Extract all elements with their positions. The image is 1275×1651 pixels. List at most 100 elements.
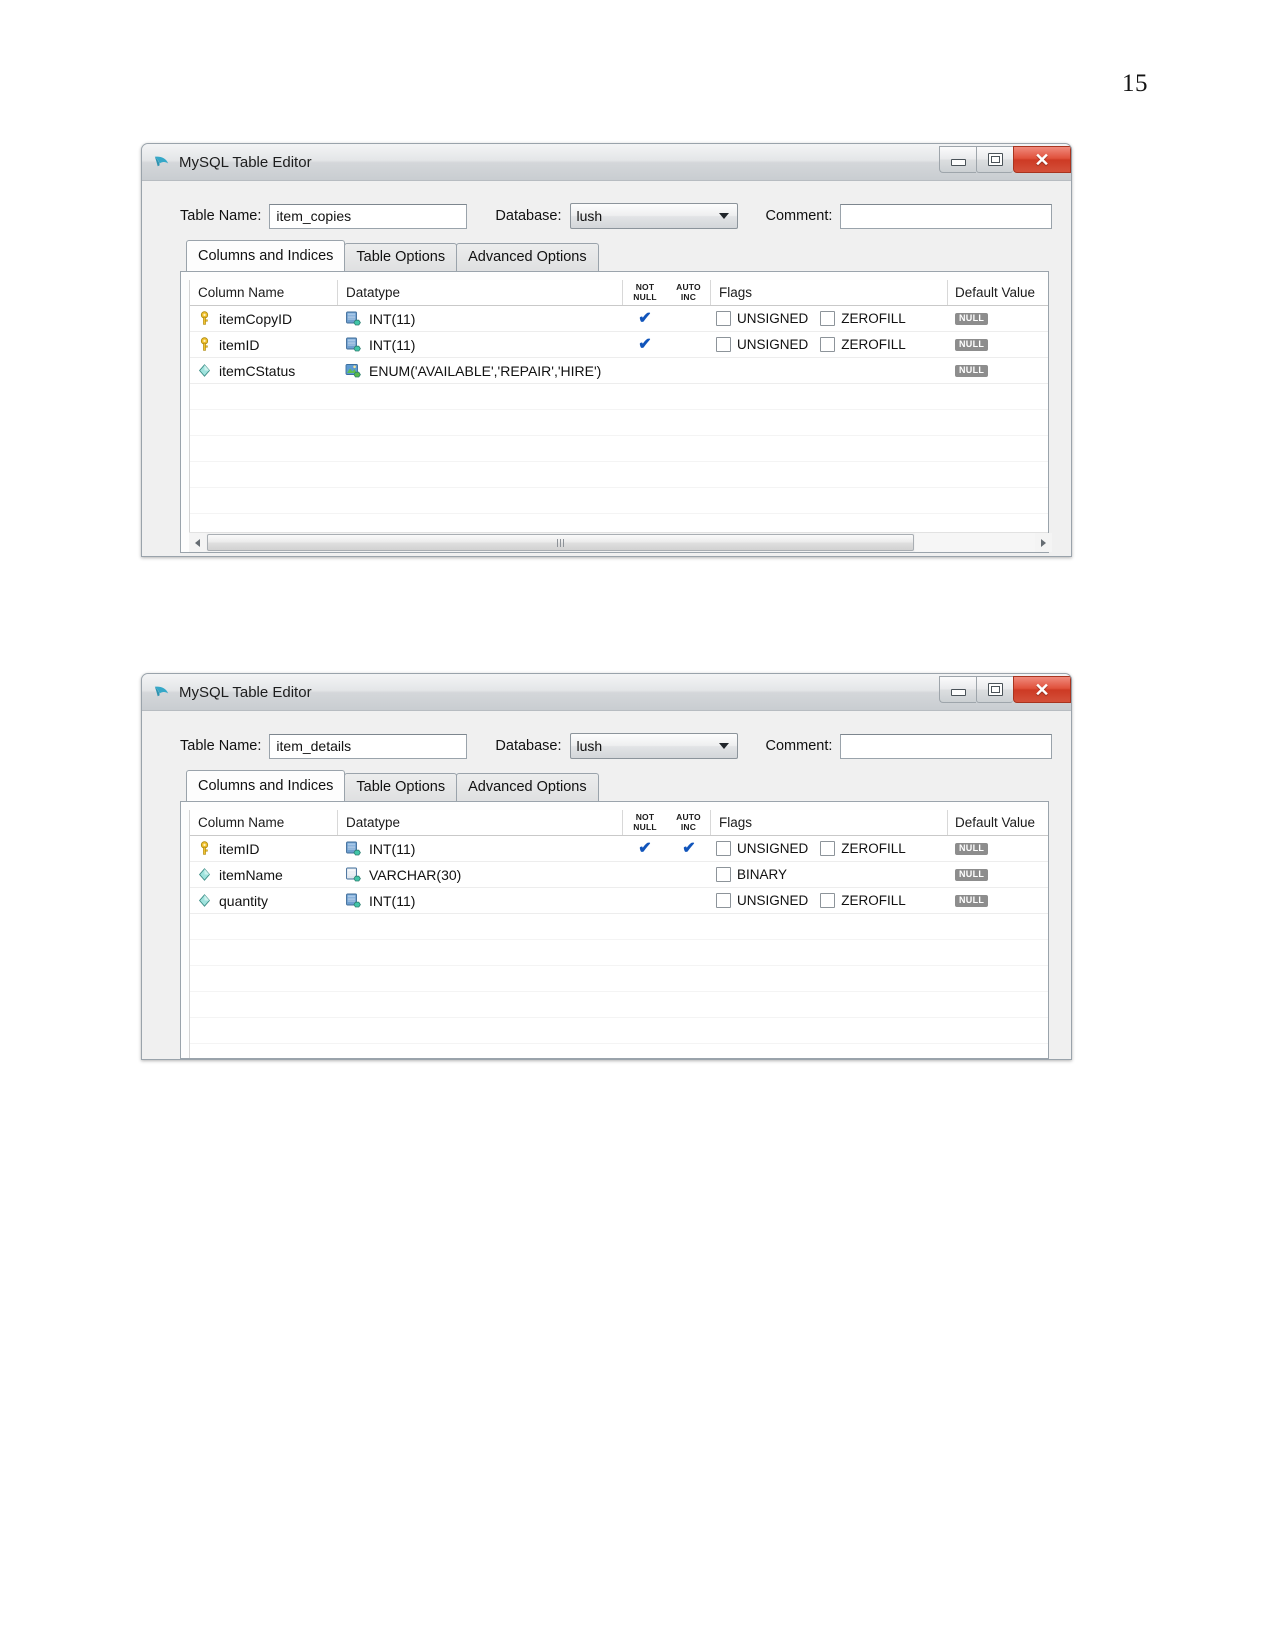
scrollbar-thumb[interactable] <box>207 534 914 551</box>
flag-zerofill[interactable]: ZEROFILL <box>820 311 906 326</box>
header-flags[interactable]: Flags <box>711 280 948 305</box>
cell-datatype[interactable]: INT(11) <box>338 888 623 913</box>
header-auto-inc[interactable]: AUTO INC <box>667 810 711 835</box>
flag-zerofill[interactable]: ZEROFILL <box>820 893 906 908</box>
close-button[interactable]: ✕ <box>1013 146 1071 173</box>
cell-not-null[interactable]: ✔ <box>623 332 667 357</box>
cell-datatype[interactable]: VARCHAR(30) <box>338 862 623 887</box>
cell-default-value[interactable]: NULL <box>948 306 1048 331</box>
cell-column-name[interactable]: itemID <box>190 836 338 861</box>
empty-grid-row[interactable] <box>190 488 1048 514</box>
table-row[interactable]: itemName VARCHAR(30) BINARY NULL <box>190 862 1048 888</box>
minimize-button[interactable] <box>939 676 976 703</box>
flag-binary[interactable]: BINARY <box>716 867 787 882</box>
table-row[interactable]: itemCStatus ENUM('AVAILABLE','REPAIR','HI… <box>190 358 1048 384</box>
empty-grid-row[interactable] <box>190 436 1048 462</box>
cell-not-null[interactable] <box>623 888 667 913</box>
cell-flags[interactable]: UNSIGNED ZEROFILL <box>711 888 948 913</box>
header-auto-inc[interactable]: AUTO INC <box>667 280 711 305</box>
header-column-name[interactable]: Column Name <box>190 810 338 835</box>
comment-input[interactable] <box>840 203 1053 229</box>
cell-auto-inc[interactable] <box>667 862 711 887</box>
cell-auto-inc[interactable] <box>667 888 711 913</box>
checkbox-unsigned[interactable] <box>716 337 731 352</box>
checkbox-zerofill[interactable] <box>820 337 836 352</box>
database-select[interactable]: lush <box>569 203 738 229</box>
empty-grid-row[interactable] <box>190 462 1048 488</box>
header-datatype[interactable]: Datatype <box>338 280 623 305</box>
cell-not-null[interactable] <box>623 358 667 383</box>
cell-flags[interactable]: UNSIGNED ZEROFILL <box>711 306 948 331</box>
cell-auto-inc[interactable] <box>667 358 711 383</box>
tab-advanced-options[interactable]: Advanced Options <box>456 242 599 271</box>
header-default-value[interactable]: Default Value <box>948 280 1048 305</box>
close-button[interactable]: ✕ <box>1013 676 1071 703</box>
checkbox-unsigned[interactable] <box>716 893 731 908</box>
table-name-input[interactable]: item_details <box>269 733 468 759</box>
cell-default-value[interactable]: NULL <box>948 836 1048 861</box>
table-row[interactable]: itemID INT(11) ✔ UNSIGNED ZEROFILL NULL <box>190 332 1048 358</box>
cell-datatype[interactable]: INT(11) <box>338 306 623 331</box>
table-row[interactable]: quantity INT(11) UNSIGNED ZEROFILL NULL <box>190 888 1048 914</box>
empty-grid-row[interactable] <box>190 1018 1048 1044</box>
flag-unsigned[interactable]: UNSIGNED <box>716 841 808 856</box>
flag-unsigned[interactable]: UNSIGNED <box>716 311 808 326</box>
empty-grid-row[interactable] <box>190 940 1048 966</box>
checkbox-zerofill[interactable] <box>820 893 836 908</box>
tab-columns-and-indices[interactable]: Columns and Indices <box>186 769 346 801</box>
maximize-button[interactable] <box>976 146 1013 173</box>
header-not-null[interactable]: NOT NULL <box>623 810 667 835</box>
flag-zerofill[interactable]: ZEROFILL <box>820 337 906 352</box>
header-default-value[interactable]: Default Value <box>948 810 1048 835</box>
empty-grid-row[interactable] <box>190 410 1048 436</box>
cell-not-null[interactable]: ✔ <box>623 836 667 861</box>
cell-datatype[interactable]: INT(11) <box>338 836 623 861</box>
cell-flags[interactable]: BINARY <box>711 862 948 887</box>
table-row[interactable]: itemID INT(11) ✔ ✔ UNSIGNED ZEROFILL NULL <box>190 836 1048 862</box>
header-datatype[interactable]: Datatype <box>338 810 623 835</box>
header-column-name[interactable]: Column Name <box>190 280 338 305</box>
checkbox-zerofill[interactable] <box>820 841 836 856</box>
horizontal-scrollbar[interactable] <box>189 532 1052 552</box>
cell-column-name[interactable]: itemCopyID <box>190 306 338 331</box>
checkbox-zerofill[interactable] <box>820 311 836 326</box>
scroll-right-arrow[interactable] <box>1035 533 1052 552</box>
cell-flags[interactable] <box>711 358 948 383</box>
tab-columns-and-indices[interactable]: Columns and Indices <box>186 239 346 271</box>
scroll-left-arrow[interactable] <box>189 533 206 552</box>
cell-default-value[interactable]: NULL <box>948 332 1048 357</box>
cell-datatype[interactable]: INT(11) <box>338 332 623 357</box>
tab-table-options[interactable]: Table Options <box>344 242 458 271</box>
cell-auto-inc[interactable] <box>667 306 711 331</box>
checkbox-unsigned[interactable] <box>716 311 731 326</box>
cell-column-name[interactable]: quantity <box>190 888 338 913</box>
header-not-null[interactable]: NOT NULL <box>623 280 667 305</box>
empty-grid-row[interactable] <box>190 914 1048 940</box>
cell-auto-inc[interactable] <box>667 332 711 357</box>
comment-input[interactable] <box>840 733 1053 759</box>
database-select[interactable]: lush <box>569 733 738 759</box>
empty-grid-row[interactable] <box>190 992 1048 1018</box>
table-row[interactable]: itemCopyID INT(11) ✔ UNSIGNED ZEROFILL NULL <box>190 306 1048 332</box>
cell-auto-inc[interactable]: ✔ <box>667 836 711 861</box>
checkbox-unsigned[interactable] <box>716 841 731 856</box>
empty-grid-row[interactable] <box>190 966 1048 992</box>
cell-flags[interactable]: UNSIGNED ZEROFILL <box>711 332 948 357</box>
cell-not-null[interactable] <box>623 862 667 887</box>
empty-grid-row[interactable] <box>190 384 1048 410</box>
scrollbar-track[interactable] <box>206 533 915 552</box>
flag-unsigned[interactable]: UNSIGNED <box>716 337 808 352</box>
tab-table-options[interactable]: Table Options <box>344 772 458 801</box>
cell-column-name[interactable]: itemID <box>190 332 338 357</box>
flag-zerofill[interactable]: ZEROFILL <box>820 841 906 856</box>
cell-column-name[interactable]: itemName <box>190 862 338 887</box>
minimize-button[interactable] <box>939 146 976 173</box>
cell-column-name[interactable]: itemCStatus <box>190 358 338 383</box>
table-name-input[interactable]: item_copies <box>269 203 468 229</box>
tab-advanced-options[interactable]: Advanced Options <box>456 772 599 801</box>
flag-unsigned[interactable]: UNSIGNED <box>716 893 808 908</box>
cell-not-null[interactable]: ✔ <box>623 306 667 331</box>
cell-default-value[interactable]: NULL <box>948 862 1048 887</box>
checkbox-binary[interactable] <box>716 867 731 882</box>
cell-default-value[interactable]: NULL <box>948 358 1048 383</box>
